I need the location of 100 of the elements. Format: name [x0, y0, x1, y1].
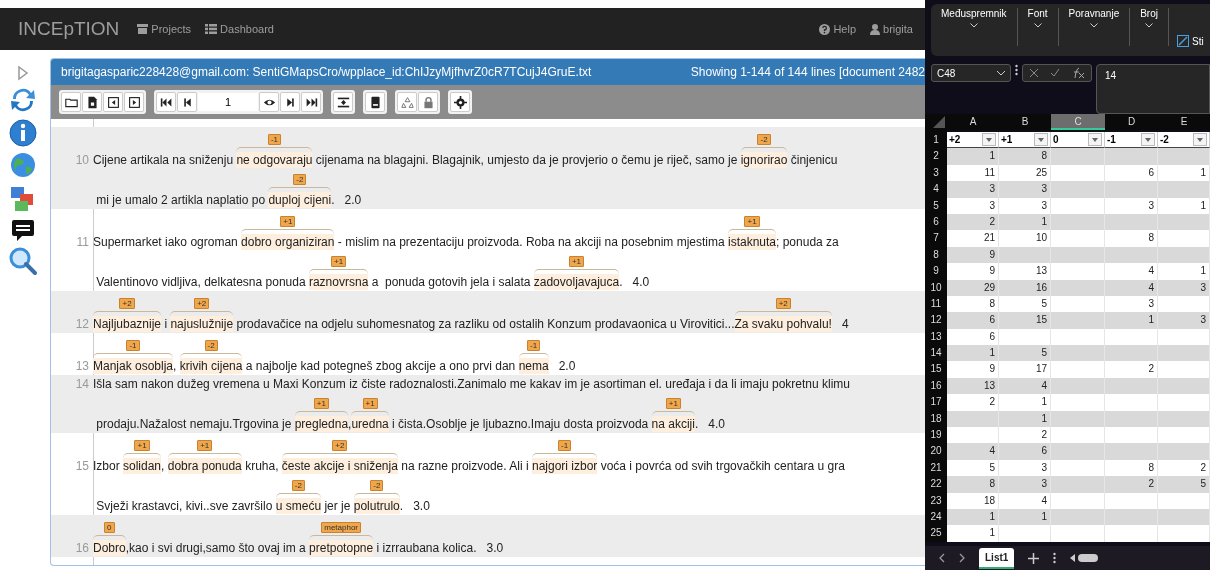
table-cell[interactable]: 15	[999, 312, 1051, 329]
row-header[interactable]: 25	[925, 525, 947, 542]
eye-icon[interactable]	[259, 92, 279, 112]
table-cell[interactable]: 9	[947, 263, 999, 280]
table-header-cell[interactable]: +1	[999, 132, 1051, 149]
annotation-label[interactable]: +1	[331, 256, 347, 267]
table-cell[interactable]	[1051, 230, 1105, 247]
annotation-label[interactable]: +1	[744, 216, 760, 227]
row-header[interactable]: 12	[925, 312, 947, 329]
table-cell[interactable]	[1158, 181, 1210, 198]
row-header[interactable]: 7	[925, 230, 947, 247]
table-cell[interactable]: 3	[999, 181, 1051, 198]
annotated-text[interactable]: na akciji	[651, 416, 695, 432]
table-cell[interactable]	[1158, 427, 1210, 444]
add-sheet-icon[interactable]	[1028, 552, 1040, 564]
table-cell[interactable]: 3	[1158, 312, 1210, 329]
table-cell[interactable]: 4	[947, 443, 999, 460]
annotated-text[interactable]: raznovrsna	[308, 274, 369, 290]
help-link[interactable]: Help	[819, 23, 857, 35]
annotation-label[interactable]: +2	[194, 298, 210, 309]
table-cell[interactable]: 13	[999, 263, 1051, 280]
table-cell[interactable]: 5	[1158, 476, 1210, 493]
nav-link[interactable]: Projects	[137, 23, 192, 35]
annotated-text[interactable]: uredna	[351, 416, 389, 432]
previous-sheet-icon[interactable]	[939, 553, 945, 563]
table-cell[interactable]	[1051, 525, 1105, 542]
function-icon[interactable]	[1071, 67, 1086, 79]
annotation-label[interactable]: +2	[119, 298, 135, 309]
filter-dropdown-icon[interactable]	[986, 137, 992, 142]
column-header[interactable]: A	[947, 114, 999, 130]
row-header[interactable]: 17	[925, 394, 947, 411]
table-cell[interactable]: 2	[1105, 361, 1158, 378]
next-sheet-icon[interactable]	[959, 553, 965, 563]
next-document-icon[interactable]	[124, 92, 144, 112]
table-cell[interactable]	[1051, 443, 1105, 460]
table-cell[interactable]	[1158, 230, 1210, 247]
row-header[interactable]: 14	[925, 345, 947, 362]
table-cell[interactable]	[1158, 443, 1210, 460]
filter-dropdown-icon[interactable]	[1145, 137, 1151, 142]
row-header[interactable]: 20	[925, 443, 947, 460]
book-icon[interactable]	[365, 92, 385, 112]
table-cell[interactable]: 1	[999, 394, 1051, 411]
previous-document-icon[interactable]	[103, 92, 123, 112]
annotation-label[interactable]: +1	[362, 398, 378, 409]
table-cell[interactable]	[1051, 148, 1105, 165]
select-all-corner[interactable]	[925, 114, 947, 132]
table-cell[interactable]: 17	[999, 361, 1051, 378]
table-cell[interactable]	[1051, 476, 1105, 493]
table-cell[interactable]: 21	[947, 230, 999, 247]
table-cell[interactable]	[1158, 345, 1210, 362]
check-icon[interactable]	[1050, 68, 1060, 78]
row-header[interactable]: 15	[925, 361, 947, 378]
annotated-text[interactable]: dobra ponuda	[167, 458, 242, 474]
table-cell[interactable]	[1158, 361, 1210, 378]
ribbon-group-button[interactable]: Broj	[1130, 8, 1169, 46]
search-icon[interactable]	[7, 246, 38, 276]
row-header[interactable]: 22	[925, 476, 947, 493]
annotation-label[interactable]: +1	[313, 398, 329, 409]
annotated-text[interactable]: Dobro	[93, 540, 126, 556]
table-cell[interactable]: 1	[947, 345, 999, 362]
annotation-label[interactable]: +2	[332, 440, 348, 451]
next-page-icon[interactable]	[280, 92, 300, 112]
dropdown-icon[interactable]	[997, 70, 1005, 76]
name-box[interactable]: C48	[931, 64, 1011, 82]
annotation-label[interactable]: -1	[267, 134, 281, 145]
comment-icon[interactable]	[9, 217, 36, 243]
user-menu[interactable]: brigita	[870, 23, 913, 35]
table-cell[interactable]: 9	[947, 361, 999, 378]
formula-controls[interactable]	[1022, 64, 1092, 82]
table-cell[interactable]	[1105, 443, 1158, 460]
table-cell[interactable]	[1105, 345, 1158, 362]
table-cell[interactable]	[1051, 361, 1105, 378]
row-header[interactable]: 9	[925, 263, 947, 280]
annotation-label[interactable]: +1	[197, 440, 213, 451]
annotation-label[interactable]: +1	[280, 216, 296, 227]
table-cell[interactable]	[1105, 181, 1158, 198]
row-header[interactable]: 1	[925, 132, 947, 149]
column-header[interactable]: D	[1105, 114, 1158, 130]
row-header[interactable]: 4	[925, 181, 947, 198]
table-cell[interactable]: 5	[999, 345, 1051, 362]
row-header[interactable]: 2	[925, 148, 947, 165]
table-cell[interactable]	[1051, 394, 1105, 411]
table-cell[interactable]: 8	[1105, 230, 1158, 247]
table-cell[interactable]	[1105, 394, 1158, 411]
annotated-text[interactable]: ne odgovaraju	[236, 152, 313, 168]
table-cell[interactable]	[1158, 525, 1210, 542]
annotated-text[interactable]: polutrulo	[353, 498, 400, 514]
annotation-label[interactable]: 0	[104, 522, 115, 533]
app-logo[interactable]: INCEpTION	[18, 18, 120, 40]
nav-link[interactable]: Dashboard	[205, 23, 274, 35]
annotated-text[interactable]: ignorirao	[740, 152, 788, 168]
settings-icon[interactable]	[450, 92, 470, 112]
table-header-cell[interactable]: +2	[947, 132, 999, 149]
expand-icon[interactable]	[15, 64, 30, 82]
filter-dropdown-icon[interactable]	[1092, 137, 1098, 142]
annotated-text[interactable]: pretpotopne	[309, 540, 374, 556]
table-cell[interactable]: 2	[947, 394, 999, 411]
open-folder-icon[interactable]	[61, 92, 81, 112]
annotation-label[interactable]: -2	[370, 480, 384, 491]
ribbon-group-button[interactable]: Poravnanje	[1058, 8, 1131, 46]
